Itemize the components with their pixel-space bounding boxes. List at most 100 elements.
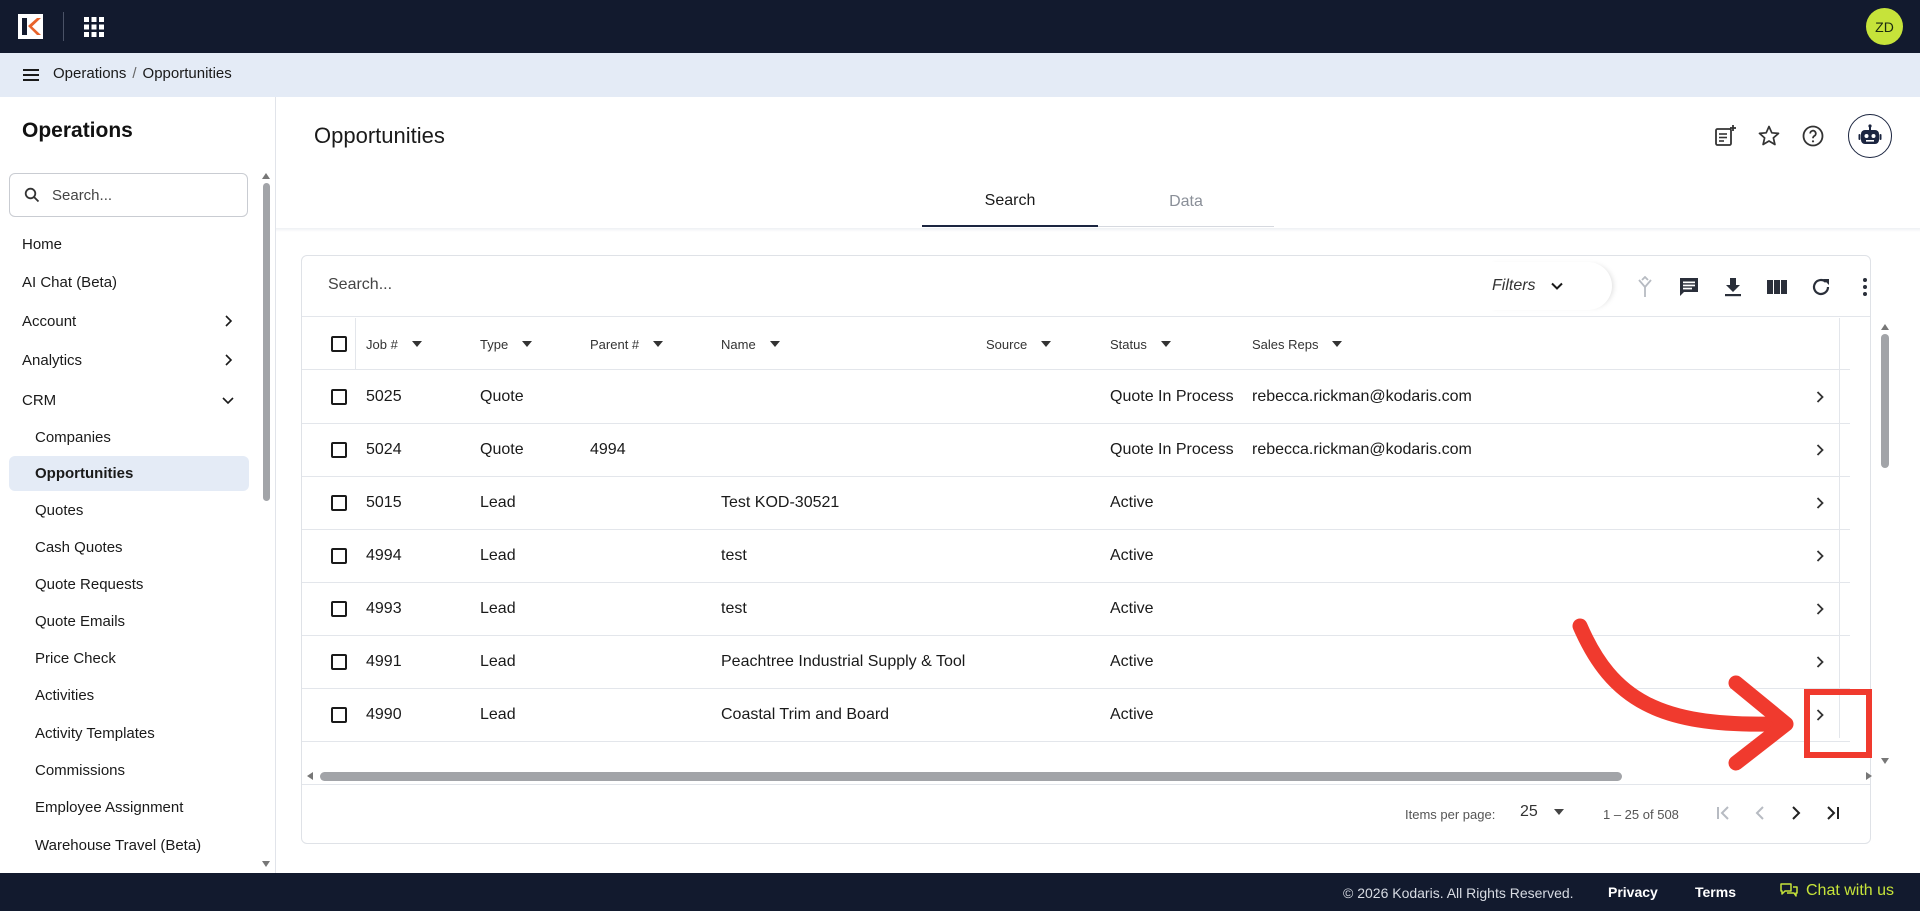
chevron-right-icon [1816,656,1824,668]
row-checkbox[interactable] [331,442,347,458]
help-button[interactable] [1798,121,1828,151]
table-horizontal-scrollbar[interactable] [320,772,1622,781]
column-header-parent[interactable]: Parent # [590,318,664,370]
sidebar-item-crm[interactable]: CRM [9,383,249,418]
user-avatar[interactable]: ZD [1866,8,1903,45]
note-add-icon [1715,125,1736,146]
row-checkbox[interactable] [331,548,347,564]
first-page-button[interactable] [1712,801,1736,825]
tab-search[interactable]: Search [922,177,1098,227]
scroll-up-arrow-icon[interactable] [261,171,271,181]
row-checkbox[interactable] [331,654,347,670]
row-checkbox[interactable] [331,601,347,617]
sidebar-search-input[interactable] [52,186,232,204]
sidebar-item-warehouse-travel[interactable]: Warehouse Travel (Beta) [9,828,249,863]
scroll-left-arrow-icon[interactable] [305,771,315,781]
open-row-button[interactable] [1810,440,1830,460]
sidebar-item-companies[interactable]: Companies [9,420,249,455]
header-actions [1710,114,1892,158]
column-header-name[interactable]: Name [721,318,780,370]
refresh-button[interactable] [1806,272,1836,302]
scroll-down-arrow-icon[interactable] [1880,756,1890,766]
comments-button[interactable] [1674,272,1704,302]
column-header-status[interactable]: Status [1110,318,1171,370]
sort-arrow-icon [769,341,780,347]
download-button[interactable] [1718,272,1748,302]
table-row[interactable]: 4990 Lead Coastal Trim and Board Active [302,689,1850,742]
table-row[interactable]: 5015 Lead Test KOD-30521 Active [302,477,1850,530]
breadcrumb-operations[interactable]: Operations [53,65,126,82]
sidebar-item-price-check[interactable]: Price Check [9,641,249,676]
row-checkbox[interactable] [331,389,347,405]
previous-page-button[interactable] [1748,801,1772,825]
sidebar-item-quotes[interactable]: Quotes [9,493,249,528]
favorite-button[interactable] [1754,121,1784,151]
sidebar-item-label: Cash Quotes [35,539,123,556]
select-all-checkbox[interactable] [331,336,347,352]
kodaris-logo[interactable] [18,14,43,39]
chat-with-us-link[interactable]: Chat with us [1780,882,1894,900]
column-header-sales-reps[interactable]: Sales Reps [1252,318,1343,370]
sidebar-item-account[interactable]: Account [9,304,249,339]
sidebar-item-quote-emails[interactable]: Quote Emails [9,604,249,639]
terms-link[interactable]: Terms [1695,884,1736,900]
page-size-value: 25 [1520,803,1538,820]
sidebar-item-activities[interactable]: Activities [9,678,249,713]
cell-type: Quote [480,441,524,458]
breadcrumb-opportunities[interactable]: Opportunities [143,65,232,82]
table-row[interactable]: 4994 Lead test Active [302,530,1850,583]
sidebar-scrollbar[interactable] [263,183,270,501]
hamburger-menu-icon[interactable] [20,64,42,86]
sidebar-item-employee-assignment[interactable]: Employee Assignment [9,790,249,825]
open-row-button[interactable] [1810,387,1830,407]
column-label: Parent # [590,336,640,352]
last-page-button[interactable] [1820,801,1844,825]
merge-button[interactable] [1630,272,1660,302]
open-row-button[interactable] [1810,705,1830,725]
last-page-icon [1827,806,1839,820]
table-vertical-scrollbar[interactable] [1881,334,1889,468]
sidebar-item-analytics[interactable]: Analytics [9,343,249,378]
scroll-up-arrow-icon[interactable] [1880,322,1890,332]
row-checkbox[interactable] [331,495,347,511]
privacy-link[interactable]: Privacy [1608,884,1658,900]
next-page-button[interactable] [1784,801,1808,825]
breadcrumb-separator: / [132,65,137,82]
table-row[interactable]: 4993 Lead test Active [302,583,1850,636]
add-note-button[interactable] [1710,121,1740,151]
table-row[interactable]: 5025 Quote Quote In Process rebecca.rick… [302,371,1850,424]
sidebar-item-commissions[interactable]: Commissions [9,753,249,788]
scroll-right-arrow-icon[interactable] [1864,771,1874,781]
sidebar-item-ai-chat[interactable]: AI Chat (Beta) [9,265,249,300]
sidebar-item-quote-requests[interactable]: Quote Requests [9,567,249,602]
open-row-button[interactable] [1810,599,1830,619]
filters-label: Filters [1492,277,1536,294]
ai-assistant-button[interactable] [1848,114,1892,158]
column-header-type[interactable]: Type [480,318,533,370]
page-size-select[interactable]: 25 [1520,803,1564,821]
sidebar-item-opportunities[interactable]: Opportunities [9,456,249,491]
sidebar-item-home[interactable]: Home [9,227,249,262]
more-options-button[interactable] [1850,272,1870,302]
open-row-button[interactable] [1810,652,1830,672]
table-search-input[interactable] [328,276,928,294]
sidebar-item-label: Home [22,236,63,253]
row-checkbox[interactable] [331,707,347,723]
tab-data[interactable]: Data [1098,177,1274,227]
open-row-button[interactable] [1810,493,1830,513]
apps-grid-icon[interactable] [83,16,105,38]
filters-button[interactable]: Filters [1487,262,1612,310]
sidebar-search[interactable] [9,173,248,217]
table-row[interactable]: 4991 Lead Peachtree Industrial Supply & … [302,636,1850,689]
columns-button[interactable] [1762,272,1792,302]
chevron-down-icon [1550,282,1563,290]
sidebar-item-activity-templates[interactable]: Activity Templates [9,716,249,751]
scroll-down-arrow-icon[interactable] [261,859,271,869]
sidebar-item-label: Quote Requests [35,576,144,593]
column-header-source[interactable]: Source [986,318,1052,370]
table-row[interactable]: 5024 Quote 4994 Quote In Process rebecca… [302,424,1850,477]
cell-job: 5024 [366,441,402,458]
open-row-button[interactable] [1810,546,1830,566]
sidebar-item-cash-quotes[interactable]: Cash Quotes [9,530,249,565]
column-header-job[interactable]: Job # [366,318,422,370]
